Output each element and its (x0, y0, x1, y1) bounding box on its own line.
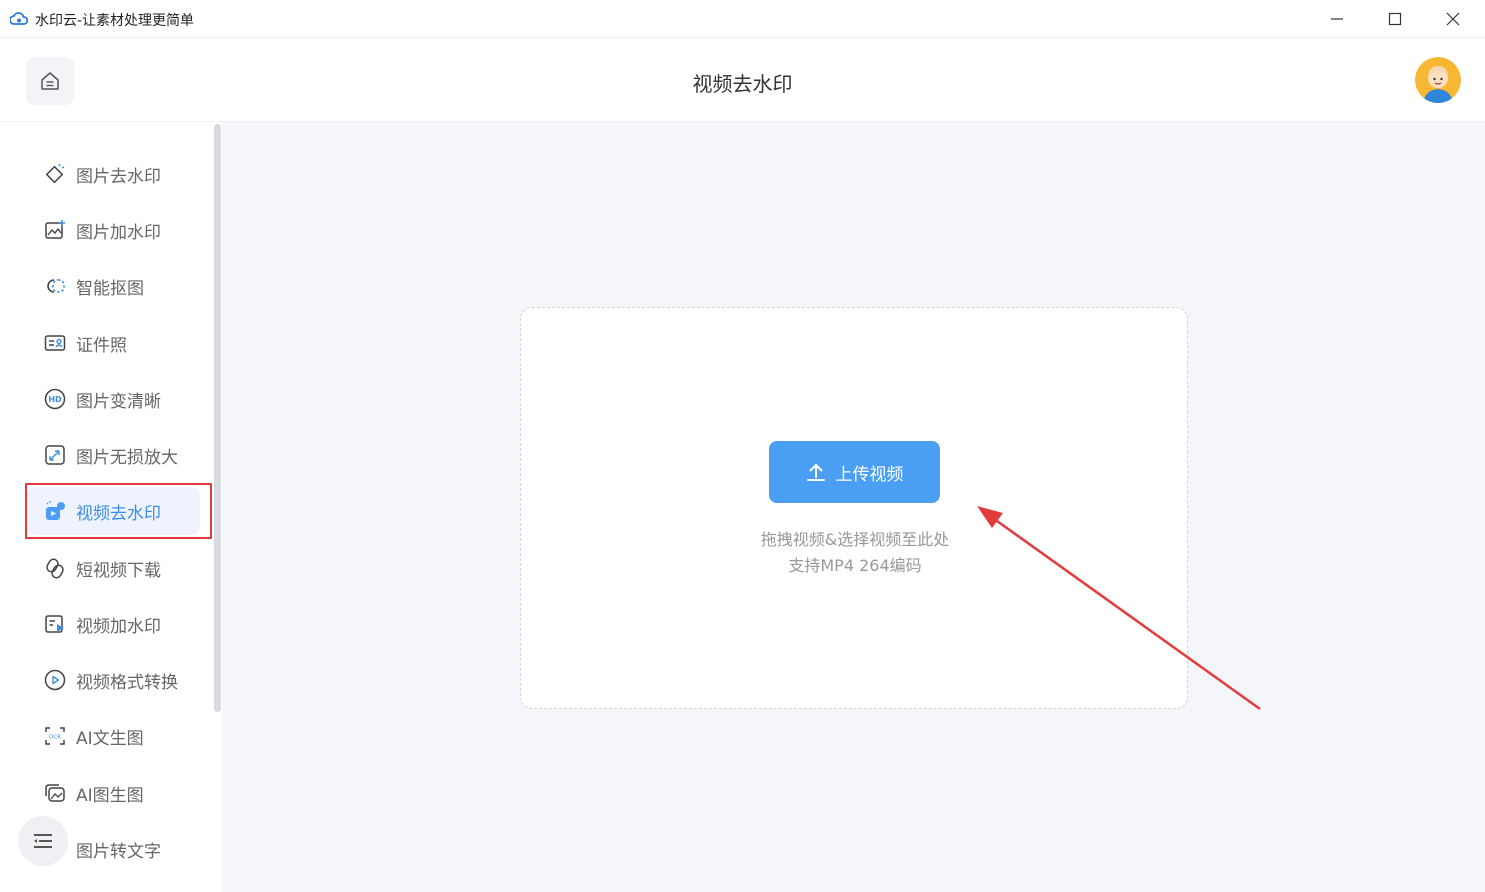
upload-icon (806, 464, 825, 481)
upload-video-button[interactable]: 上传视频 (769, 441, 940, 503)
window-title: 水印云-让素材处理更简单 (35, 13, 195, 29)
close-icon (1446, 12, 1460, 26)
user-avatar-icon (1415, 57, 1461, 103)
sidebar-item-label: 图片去水印 (76, 166, 161, 187)
sidebar-item-smart-cutout[interactable]: 智能抠图 (26, 262, 200, 310)
sidebar-item-video-format-convert[interactable]: 视频格式转换 (26, 656, 200, 704)
maximize-icon (1388, 12, 1402, 26)
close-button[interactable] (1421, 0, 1485, 38)
main-content: 上传视频 拖拽视频&选择视频至此处 支持MP4 264编码 (222, 122, 1485, 892)
sidebar-item-label: 图片变清晰 (76, 391, 161, 412)
upload-button-label: 上传视频 (835, 464, 904, 485)
sidebar-item-ai-image-to-image[interactable]: AI图生图 (26, 769, 200, 817)
sidebar-item-label: 视频格式转换 (76, 672, 178, 693)
video-dropzone[interactable]: 上传视频 拖拽视频&选择视频至此处 支持MP4 264编码 (520, 307, 1188, 709)
sidebar-item-image-enlarge[interactable]: 图片无损放大 (26, 431, 200, 479)
svg-text:HD: HD (48, 395, 62, 404)
sidebar-item-label: 图片加水印 (76, 222, 161, 243)
video-erase-icon (43, 499, 67, 523)
app-header: 视频去水印 (0, 38, 1485, 122)
sidebar: 图片去水印 图片加水印 智能抠图 证件照 HD 图片变清晰 图片无损放大 视频去… (0, 122, 222, 892)
sidebar-item-label: 证件照 (76, 335, 127, 356)
sidebar-item-label: 视频去水印 (76, 503, 161, 524)
sidebar-item-label: AI文生图 (76, 728, 144, 749)
sidebar-scrollbar[interactable] (214, 124, 221, 712)
sidebar-item-image-remove-watermark[interactable]: 图片去水印 (26, 150, 200, 198)
cutout-icon (43, 274, 67, 298)
sidebar-item-label: 图片转文字 (76, 841, 161, 862)
sidebar-item-label: 图片无损放大 (76, 447, 178, 468)
image-add-icon (43, 218, 67, 242)
dropzone-hint-format: 支持MP4 264编码 (788, 556, 922, 575)
avatar[interactable] (1415, 57, 1461, 103)
sidebar-item-label: 短视频下载 (76, 560, 161, 581)
sidebar-item-label: 智能抠图 (76, 278, 144, 299)
enlarge-icon (43, 443, 67, 467)
hd-icon: HD (43, 387, 67, 411)
sidebar-item-short-video-download[interactable]: 短视频下载 (26, 544, 200, 592)
dropzone-hint-primary: 拖拽视频&选择视频至此处 (760, 530, 950, 549)
maximize-button[interactable] (1363, 0, 1427, 38)
image-stack-icon (43, 781, 67, 805)
play-circle-icon (43, 668, 67, 692)
video-add-icon (43, 612, 67, 636)
sidebar-item-label: AI图生图 (76, 785, 144, 806)
minimize-button[interactable] (1305, 0, 1369, 38)
ocr-scan-icon: OCR (43, 724, 67, 748)
link-icon (43, 556, 67, 580)
id-card-icon (43, 331, 67, 355)
svg-text:OCR: OCR (49, 735, 61, 741)
sidebar-item-image-sharpen[interactable]: HD 图片变清晰 (26, 375, 200, 423)
sidebar-item-ai-text-to-image[interactable]: OCR AI文生图 (26, 712, 200, 760)
window-titlebar: 水印云-让素材处理更简单 (0, 0, 1485, 38)
sidebar-collapse-button[interactable] (18, 816, 68, 866)
page-title: 视频去水印 (692, 72, 793, 96)
menu-collapse-icon (34, 834, 52, 848)
app-logo-icon (10, 12, 28, 25)
sidebar-item-video-remove-watermark[interactable]: 视频去水印 (26, 487, 200, 535)
sidebar-item-id-photo[interactable]: 证件照 (26, 319, 200, 367)
sidebar-item-video-add-watermark[interactable]: 视频加水印 (26, 600, 200, 648)
sidebar-item-image-add-watermark[interactable]: 图片加水印 (26, 206, 200, 254)
eraser-icon (43, 162, 67, 186)
sidebar-item-label: 视频加水印 (76, 616, 161, 637)
minimize-icon (1331, 18, 1343, 20)
